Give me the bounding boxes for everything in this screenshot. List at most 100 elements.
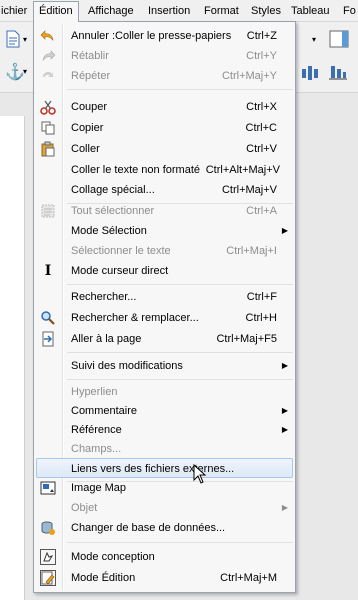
text-cursor-icon: I — [44, 263, 52, 279]
menu-item-label: Image Map — [71, 482, 127, 494]
mouse-cursor-icon — [193, 463, 207, 487]
menu-item-label: Sélectionner le texte — [71, 245, 171, 257]
distribute-icon[interactable] — [300, 64, 320, 85]
menu-item-select-text[interactable]: Sélectionner le texte Ctrl+Maj+I — [36, 241, 293, 261]
menu-item-label: Champs... — [71, 443, 122, 455]
menu-item-direct-cursor[interactable]: I Mode curseur direct — [36, 261, 293, 281]
select-all-icon — [40, 203, 56, 219]
menu-separator — [67, 89, 293, 90]
menu-item-edit-mode[interactable]: Mode Édition Ctrl+Maj+M — [36, 568, 293, 588]
align-icon[interactable] — [328, 64, 348, 85]
menu-item-hyperlink[interactable]: Hyperlien — [36, 382, 293, 402]
design-mode-icon — [40, 549, 56, 565]
menu-item-label: Mode Édition — [71, 572, 136, 584]
anchor-icon[interactable]: ⚓ — [5, 62, 25, 82]
menu-item-label: Annuler :Coller le presse-papiers — [71, 30, 232, 42]
menu-item-shortcut: Ctrl+H — [245, 312, 277, 324]
submenu-arrow-icon: ▶ — [281, 361, 288, 370]
copy-icon — [40, 120, 56, 136]
dropdown-arrow-icon[interactable]: ▾ — [23, 67, 27, 76]
menu-item-label: Coller — [71, 143, 100, 155]
menu-item-label: Coller le texte non formaté — [71, 164, 201, 176]
repeat-icon — [40, 68, 56, 84]
menu-styles[interactable]: Styles — [246, 2, 286, 20]
menu-format[interactable]: Format — [199, 2, 244, 20]
submenu-arrow-icon: ▶ — [281, 503, 288, 512]
menu-edition[interactable]: Édition — [33, 1, 79, 22]
menu-item-shortcut: Ctrl+Z — [246, 30, 277, 42]
menu-item-selection-mode[interactable]: Mode Sélection ▶ — [36, 221, 293, 241]
menu-item-shortcut: Ctrl+Alt+Maj+V — [205, 164, 280, 176]
menu-item-redo[interactable]: Rétablir Ctrl+Y — [36, 46, 293, 66]
menu-item-find-replace[interactable]: Rechercher & remplacer... Ctrl+H — [36, 308, 293, 328]
menu-item-label: Rechercher... — [71, 291, 137, 303]
menu-item-find[interactable]: Rechercher... Ctrl+F — [36, 287, 293, 307]
menu-separator — [67, 284, 293, 285]
menu-item-label: Tout sélectionner — [71, 205, 155, 217]
menu-item-label: Référence — [71, 424, 122, 436]
menu-item-label: Objet — [71, 502, 98, 514]
menu-item-reference[interactable]: Référence ▶ — [36, 420, 293, 440]
menu-item-paste-unformatted[interactable]: Coller le texte non formaté Ctrl+Alt+Maj… — [36, 160, 293, 180]
menu-item-label: Hyperlien — [71, 386, 118, 398]
undo-icon — [40, 28, 56, 44]
menu-separator — [67, 379, 293, 380]
edition-menu: Annuler :Coller le presse-papiers Ctrl+Z… — [33, 21, 296, 593]
menu-insertion[interactable]: Insertion — [143, 2, 195, 20]
toolbar-arrow-icon[interactable]: ▾ — [312, 35, 316, 44]
menu-item-track-changes[interactable]: Suivi des modifications ▶ — [36, 356, 293, 376]
menu-item-label: Rechercher & remplacer... — [71, 312, 199, 324]
menu-separator — [67, 542, 293, 543]
edit-mode-icon — [40, 570, 56, 586]
menu-item-copy[interactable]: Copier Ctrl+C — [36, 118, 293, 138]
menu-item-design-mode[interactable]: Mode conception — [36, 547, 293, 567]
menu-item-label: Couper — [71, 101, 108, 113]
menu-item-label: Liens vers des fichiers externes... — [71, 463, 235, 475]
menu-item-label: Répéter — [71, 70, 111, 82]
menu-item-undo[interactable]: Annuler :Coller le presse-papiers Ctrl+Z — [36, 26, 293, 46]
redo-icon — [40, 48, 56, 64]
menu-item-shortcut: Ctrl+Maj+M — [220, 572, 277, 584]
menu-item-fields[interactable]: Champs... — [36, 439, 293, 459]
menu-item-cut[interactable]: Couper Ctrl+X — [36, 97, 293, 117]
menu-item-select-all[interactable]: Tout sélectionner Ctrl+A — [36, 201, 293, 221]
menu-item-paste-special[interactable]: Collage spécial... Ctrl+Maj+V — [36, 180, 293, 200]
menu-item-label: Mode Sélection — [71, 225, 147, 237]
goto-page-icon — [40, 331, 56, 347]
image-map-icon — [40, 480, 56, 496]
menu-item-label: Mode conception — [71, 551, 155, 563]
find-replace-icon — [40, 310, 56, 326]
submenu-arrow-icon: ▶ — [281, 406, 288, 415]
cut-icon — [40, 99, 56, 115]
menu-item-label: Suivi des modifications — [71, 360, 183, 372]
dropdown-arrow-icon[interactable]: ▾ — [23, 35, 27, 44]
menu-item-shortcut: Ctrl+F — [246, 291, 277, 303]
menu-item-label: Collage spécial... — [71, 184, 155, 196]
menu-item-goto-page[interactable]: Aller à la page Ctrl+Maj+F5 — [36, 329, 293, 349]
paste-icon — [40, 141, 56, 157]
menu-item-shortcut: Ctrl+C — [245, 122, 277, 134]
menu-item-object[interactable]: Objet ▶ — [36, 498, 293, 518]
menu-affichage[interactable]: Affichage — [83, 2, 139, 20]
menu-item-repeat[interactable]: Répéter Ctrl+Maj+Y — [36, 66, 293, 86]
menu-tableau[interactable]: Tableau — [286, 2, 335, 20]
database-icon — [40, 520, 56, 536]
menu-item-external-links[interactable]: Liens vers des fichiers externes... — [36, 458, 293, 478]
menu-item-label: Commentaire — [71, 405, 138, 417]
document-page — [0, 116, 25, 600]
menu-item-change-database[interactable]: Changer de base de données... — [36, 518, 293, 538]
menu-item-paste[interactable]: Coller Ctrl+V — [36, 139, 293, 159]
menu-item-comment[interactable]: Commentaire ▶ — [36, 401, 293, 421]
menu-item-shortcut: Ctrl+Y — [246, 50, 277, 62]
submenu-arrow-icon: ▶ — [281, 226, 288, 235]
menu-format-overflow[interactable]: Fo — [338, 2, 358, 20]
menu-item-label: Aller à la page — [71, 333, 142, 345]
menu-item-shortcut: Ctrl+Maj+I — [226, 245, 277, 257]
menu-item-shortcut: Ctrl+Maj+V — [221, 184, 277, 196]
sidebar-toggle-icon[interactable] — [328, 28, 350, 53]
menu-fichier[interactable]: ichier — [0, 2, 32, 20]
menu-item-label: Copier — [71, 122, 104, 134]
new-document-icon[interactable] — [4, 30, 22, 51]
menubar: ichier Édition Affichage Insertion Forma… — [0, 0, 358, 22]
menu-item-image-map[interactable]: Image Map — [36, 478, 293, 498]
